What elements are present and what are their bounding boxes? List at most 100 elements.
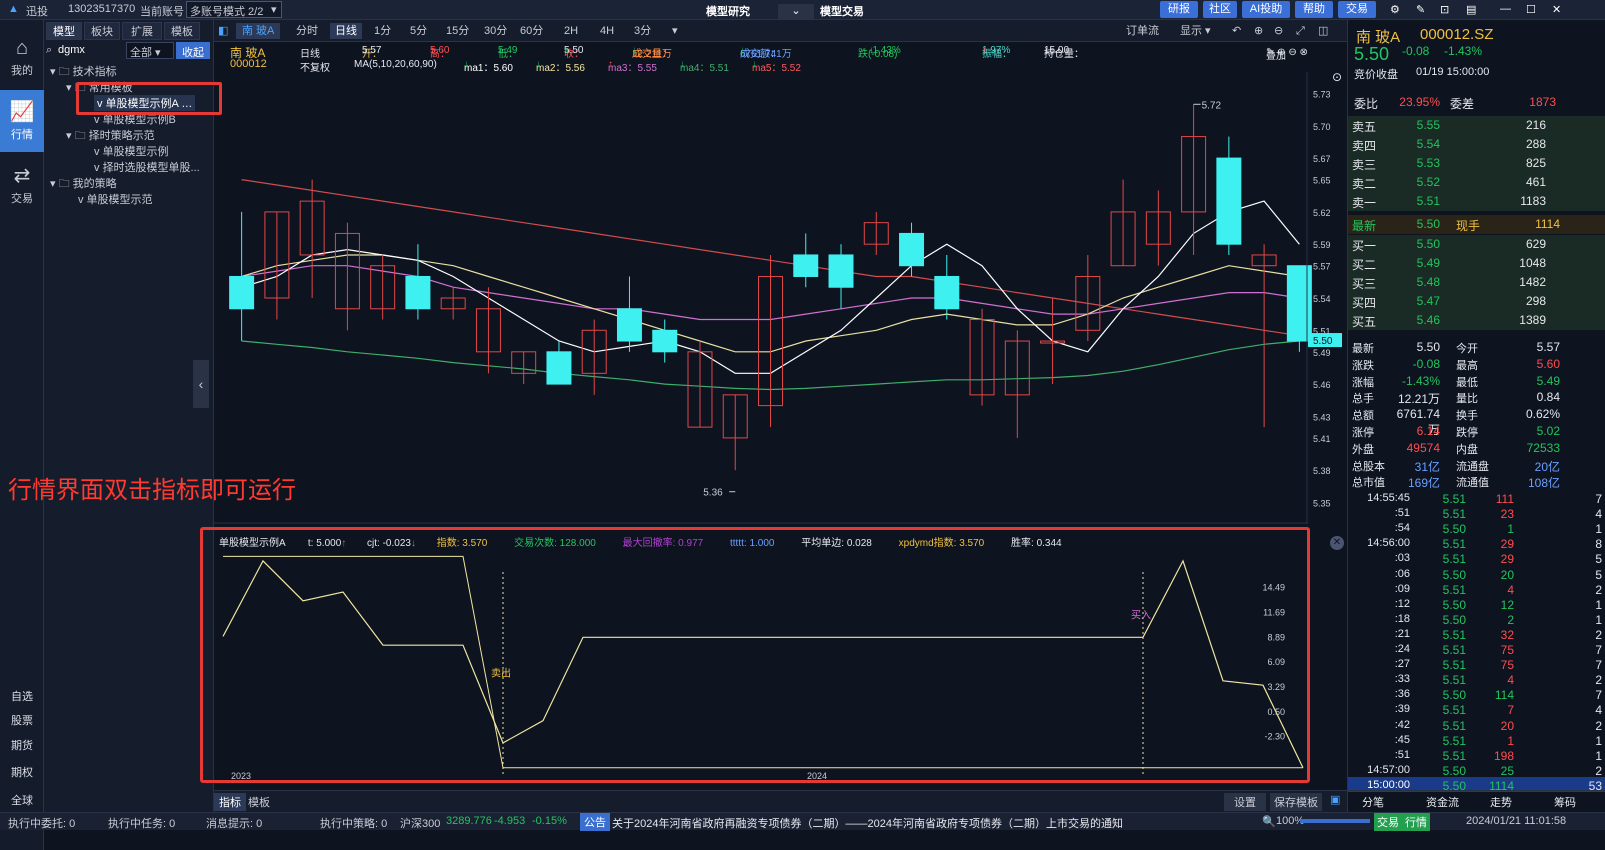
- period-tab[interactable]: 30分: [484, 23, 507, 39]
- quote-cell: :39: [1394, 703, 1410, 716]
- quote-cell: 1482: [1519, 275, 1546, 289]
- tick-row: :51 5.51 23 4: [1348, 505, 1605, 522]
- notice-badge[interactable]: 公告: [580, 813, 610, 831]
- market-status[interactable]: 行情: [1402, 813, 1430, 831]
- quote-tab[interactable]: 分笔: [1362, 794, 1384, 810]
- collapse-button[interactable]: 收起: [176, 42, 210, 59]
- tab-template[interactable]: 模板: [248, 794, 270, 810]
- period-tab[interactable]: 2H: [564, 23, 578, 39]
- status-strategies[interactable]: 执行中策略: 0: [320, 815, 387, 831]
- candlestick-chart[interactable]: 5.72 5.36: [214, 72, 1347, 524]
- zoom-icon[interactable]: 🔍: [1262, 815, 1276, 828]
- app-name: 迅投: [26, 6, 48, 18]
- nav-watchlist[interactable]: 自选: [0, 686, 44, 708]
- quote-cell: 5.51: [1442, 658, 1466, 673]
- nav-stocks[interactable]: 股票: [0, 710, 44, 732]
- period-tab[interactable]: 1分: [374, 23, 391, 39]
- filter-select[interactable]: 全部 ▾: [126, 42, 174, 59]
- nav-market[interactable]: 📈 行情: [0, 90, 44, 152]
- nav-futures[interactable]: 期货: [0, 735, 44, 757]
- period-tab[interactable]: 3分: [634, 23, 651, 39]
- community-button[interactable]: 社区: [1203, 1, 1237, 18]
- zoom-slider[interactable]: [1300, 819, 1370, 823]
- status-tasks[interactable]: 执行中任务: 0: [108, 815, 175, 831]
- nav-mine[interactable]: ⌂ 我的: [0, 26, 44, 88]
- tab-model-research[interactable]: 模型研究: [706, 3, 750, 19]
- panel-icon[interactable]: ◫: [1318, 23, 1328, 39]
- fullscreen-icon[interactable]: ⤢: [1296, 23, 1305, 39]
- quote-cell: 5.51: [1442, 507, 1466, 522]
- zoom-in-icon[interactable]: ⊕: [1254, 23, 1263, 39]
- candle-body: [934, 275, 960, 310]
- bid-row: 买四 5.47 298: [1348, 292, 1605, 311]
- quote-cell: 流通盘: [1456, 460, 1489, 473]
- tree-item-timing-select[interactable]: v 择时选股模型单股...: [94, 159, 200, 175]
- save-template-button[interactable]: 保存模板: [1270, 793, 1322, 811]
- tab-model-trading[interactable]: 模型交易: [820, 3, 864, 19]
- notice-text[interactable]: 关于2024年河南省政府再融资专项债券（二期）——2024年河南省政府专项债券（…: [612, 815, 1123, 831]
- period-tab[interactable]: 60分: [520, 23, 543, 39]
- minimize-icon[interactable]: —: [1500, 3, 1511, 15]
- nav-global[interactable]: 全球: [0, 790, 44, 812]
- tab-model[interactable]: 模型: [46, 22, 82, 40]
- quote-tab[interactable]: 走势: [1490, 794, 1512, 810]
- status-orders[interactable]: 执行中委托: 0: [8, 815, 75, 831]
- nav-options[interactable]: 期权: [0, 762, 44, 784]
- stock-tab[interactable]: 南 玻A: [236, 23, 281, 39]
- close-indicator-icon[interactable]: ✕: [1330, 536, 1344, 550]
- gear-icon[interactable]: ⚙: [1390, 3, 1400, 16]
- nav-trade[interactable]: ⇄ 交易: [0, 154, 44, 216]
- close-icon[interactable]: ✕: [1552, 3, 1561, 16]
- research-button[interactable]: 研报: [1160, 1, 1198, 18]
- tab-extension[interactable]: 扩展: [122, 22, 162, 40]
- tree-item-single-model[interactable]: v 单股模型示例: [94, 143, 169, 159]
- trade-status[interactable]: 交易: [1374, 813, 1402, 831]
- quote-cell: 75: [1500, 643, 1514, 657]
- period-tab[interactable]: 分时: [296, 23, 318, 39]
- search-icon: ⌕: [46, 44, 53, 56]
- maximize-icon[interactable]: ☐: [1526, 3, 1536, 16]
- display-menu[interactable]: 显示 ▾: [1180, 23, 1211, 39]
- trade-button[interactable]: 交易: [1338, 1, 1376, 18]
- quote-cell: 最新: [1352, 219, 1377, 233]
- sidebar-toggle-icon[interactable]: ◧: [218, 23, 228, 39]
- tree-item-single-demo[interactable]: v 单股模型示范: [78, 191, 153, 207]
- quote-cell: 2: [1595, 673, 1602, 688]
- quote-cell: 6.14: [1416, 424, 1440, 438]
- quote-tab[interactable]: 筹码: [1554, 794, 1576, 810]
- chevron-down-icon[interactable]: ▾: [672, 23, 678, 39]
- quote-cell: 总额: [1352, 410, 1374, 423]
- status-messages[interactable]: 消息提示: 0: [206, 815, 262, 831]
- period-tab[interactable]: 5分: [410, 23, 427, 39]
- price-tick-label: 5.65: [1313, 176, 1331, 186]
- indicator-chart[interactable]: 卖出 买入 14.49 11.69 8.89 6.09 3.29 0.50 -2.30 2023 2…: [203, 530, 1307, 780]
- order-flow-button[interactable]: 订单流: [1126, 23, 1159, 39]
- lock-icon[interactable]: ⊡: [1440, 3, 1449, 16]
- quote-cell: 涨跌: [1352, 359, 1374, 372]
- collapse-tree-button[interactable]: ‹: [193, 360, 209, 408]
- tab-template[interactable]: 模板: [164, 22, 200, 40]
- edit-icon[interactable]: ✎: [1416, 3, 1425, 16]
- period-tab[interactable]: 15分: [446, 23, 469, 39]
- settings-button[interactable]: 设置: [1224, 793, 1266, 811]
- ask-row: 卖三 5.53 825: [1348, 154, 1605, 173]
- overlay-button[interactable]: 叠加 ✎ ⊕ ⊖ ⊗: [1266, 47, 1308, 62]
- ai-assistant-button[interactable]: AI投助: [1242, 1, 1290, 18]
- quote-tab[interactable]: 资金流: [1426, 794, 1459, 810]
- quote-cell: :03: [1394, 552, 1410, 565]
- dock-icon[interactable]: ▣: [1330, 793, 1340, 806]
- tab-sector[interactable]: 板块: [84, 22, 120, 40]
- tab-indicator[interactable]: 指标: [214, 793, 246, 811]
- layout-icon[interactable]: ▤: [1466, 3, 1476, 16]
- account-mode-select[interactable]: 多账号模式 2/2 ▾: [186, 1, 282, 18]
- period-tab[interactable]: 4H: [600, 23, 614, 39]
- account-number[interactable]: 13023517370: [68, 3, 135, 15]
- nav-label: 交易: [11, 193, 33, 205]
- min-price-label: 5.36: [703, 488, 723, 499]
- quote-cell: 卖五: [1352, 120, 1377, 134]
- undo-icon[interactable]: ↶: [1232, 23, 1241, 39]
- search-input[interactable]: dgmx: [58, 44, 85, 56]
- help-button[interactable]: 帮助: [1295, 1, 1333, 18]
- zoom-out-icon[interactable]: ⊖: [1274, 23, 1283, 39]
- period-tab-active[interactable]: 日线: [330, 23, 362, 39]
